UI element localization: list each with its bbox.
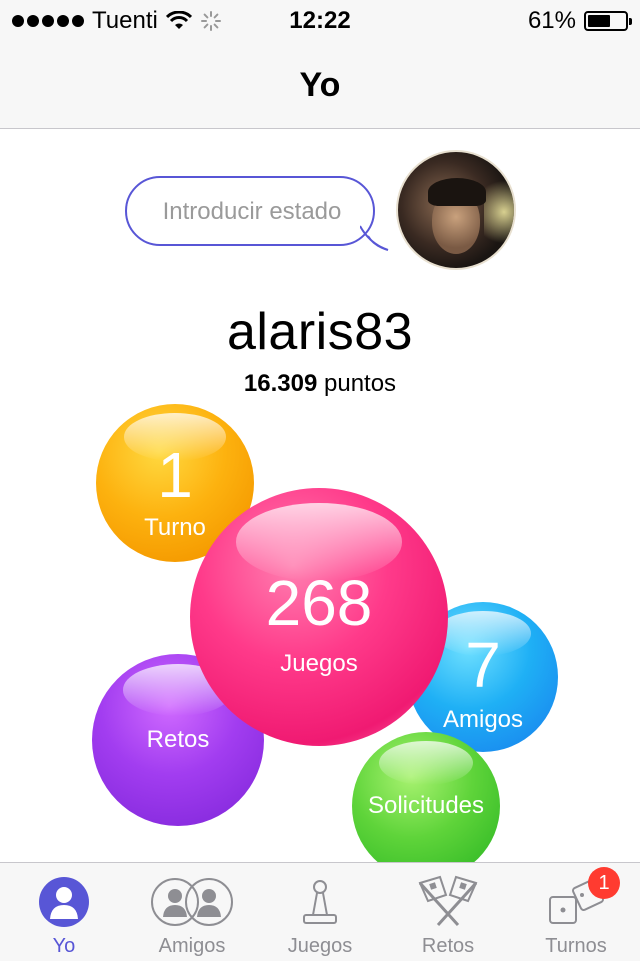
game-piece-icon	[303, 880, 337, 924]
tab-label: Yo	[52, 935, 76, 957]
status-input[interactable]	[129, 180, 375, 244]
battery-percent: 61%	[527, 7, 576, 34]
wifi-icon	[165, 11, 192, 29]
battery-fill	[588, 15, 610, 27]
tab-bar: Yo Amigos Juegos Retos 1 Turnos	[0, 862, 640, 961]
navigation-bar: Yo	[0, 40, 640, 129]
solicitudes-label: Solicitudes	[367, 792, 485, 819]
avatar[interactable]	[396, 150, 516, 270]
status-input-bubble[interactable]	[125, 176, 375, 246]
tab-label: Turnos	[545, 935, 607, 957]
speech-bubble-tail	[360, 225, 389, 251]
turno-count: 1	[157, 439, 193, 511]
tab-retos[interactable]: Retos	[384, 863, 512, 961]
signal-strength-icon	[12, 15, 84, 27]
juegos-count: 268	[265, 567, 373, 639]
points-label: puntos	[324, 370, 397, 397]
juegos-bubble[interactable]: 268 Juegos	[190, 488, 448, 746]
tab-label: Retos	[421, 935, 475, 957]
status-bar: Tuenti 12:22 61%	[0, 0, 640, 40]
retos-label: Retos	[146, 726, 210, 753]
tab-label: Amigos	[158, 935, 226, 957]
activity-spinner-icon	[200, 11, 221, 31]
carrier-name: Tuenti	[92, 7, 158, 34]
turnos-badge: 1	[588, 867, 620, 899]
battery-icon	[584, 11, 632, 31]
tab-label: Juegos	[287, 935, 353, 957]
username: alaris83	[226, 303, 414, 361]
solicitudes-bubble[interactable]: Solicitudes	[352, 732, 500, 880]
points-line: 16.309 puntos	[0, 370, 640, 398]
two-people-icon	[151, 878, 233, 926]
tab-yo[interactable]: Yo	[0, 863, 128, 961]
status-bar-right: 61%	[527, 7, 632, 35]
tab-amigos[interactable]: Amigos	[128, 863, 256, 961]
person-icon	[39, 877, 89, 927]
page-title: Yo	[299, 66, 341, 104]
amigos-label: Amigos	[442, 706, 524, 733]
tab-juegos[interactable]: Juegos	[256, 863, 384, 961]
points-value: 16.309	[243, 370, 318, 397]
crossed-flags-icon	[418, 875, 478, 927]
tab-turnos[interactable]: 1 Turnos	[512, 863, 640, 961]
juegos-label: Juegos	[280, 650, 358, 677]
status-bar-left: Tuenti	[12, 7, 222, 35]
